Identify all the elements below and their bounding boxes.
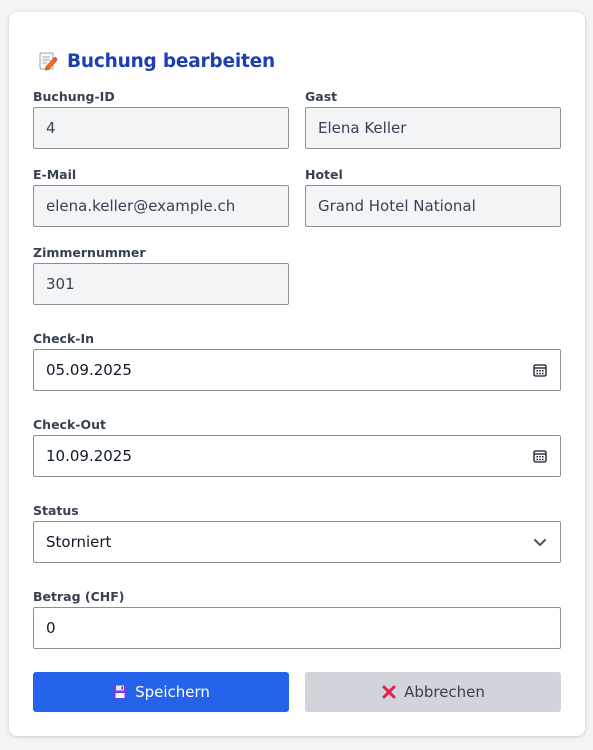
guest-label: Gast — [305, 89, 338, 104]
checkin-value: 05.09.2025 — [46, 361, 132, 379]
email-label: E-Mail — [33, 167, 77, 182]
amount-input[interactable]: 0 — [33, 607, 561, 649]
booking-id-field[interactable]: 4 — [33, 107, 289, 149]
status-select[interactable]: Storniert — [33, 521, 561, 563]
save-button[interactable]: Speichern — [33, 672, 289, 712]
calendar-icon[interactable] — [532, 362, 548, 378]
cancel-button[interactable]: Abbrechen — [305, 672, 561, 712]
cross-mark-icon — [381, 684, 397, 700]
checkout-value: 10.09.2025 — [46, 447, 132, 465]
save-button-label: Speichern — [135, 683, 210, 701]
status-value: Storniert — [46, 533, 112, 551]
calendar-icon[interactable] — [532, 448, 548, 464]
checkout-label: Check-Out — [33, 417, 106, 432]
hotel-value: Grand Hotel National — [318, 197, 476, 215]
page-title: Buchung bearbeiten — [37, 48, 275, 74]
hotel-field[interactable]: Grand Hotel National — [305, 185, 561, 227]
booking-id-value: 4 — [46, 119, 56, 137]
checkout-date-input[interactable]: 10.09.2025 — [33, 435, 561, 477]
checkin-label: Check-In — [33, 331, 95, 346]
room-number-value: 301 — [46, 275, 75, 293]
checkin-date-input[interactable]: 05.09.2025 — [33, 349, 561, 391]
amount-label: Betrag (CHF) — [33, 589, 125, 604]
room-number-label: Zimmernummer — [33, 245, 146, 260]
amount-value: 0 — [46, 619, 56, 637]
email-value: elena.keller@example.ch — [46, 197, 236, 215]
hotel-label: Hotel — [305, 167, 343, 182]
cancel-button-label: Abbrechen — [404, 683, 485, 701]
memo-pencil-icon — [37, 50, 59, 72]
booking-id-label: Buchung-ID — [33, 89, 115, 104]
guest-field[interactable]: Elena Keller — [305, 107, 561, 149]
guest-value: Elena Keller — [318, 119, 407, 137]
room-number-field[interactable]: 301 — [33, 263, 289, 305]
chevron-down-icon — [532, 534, 548, 550]
status-label: Status — [33, 503, 79, 518]
email-field[interactable]: elena.keller@example.ch — [33, 185, 289, 227]
page-title-text: Buchung bearbeiten — [67, 50, 275, 72]
floppy-disk-icon — [112, 684, 128, 700]
edit-booking-card: Buchung bearbeiten Buchung-ID 4 Gast Ele… — [9, 12, 585, 736]
